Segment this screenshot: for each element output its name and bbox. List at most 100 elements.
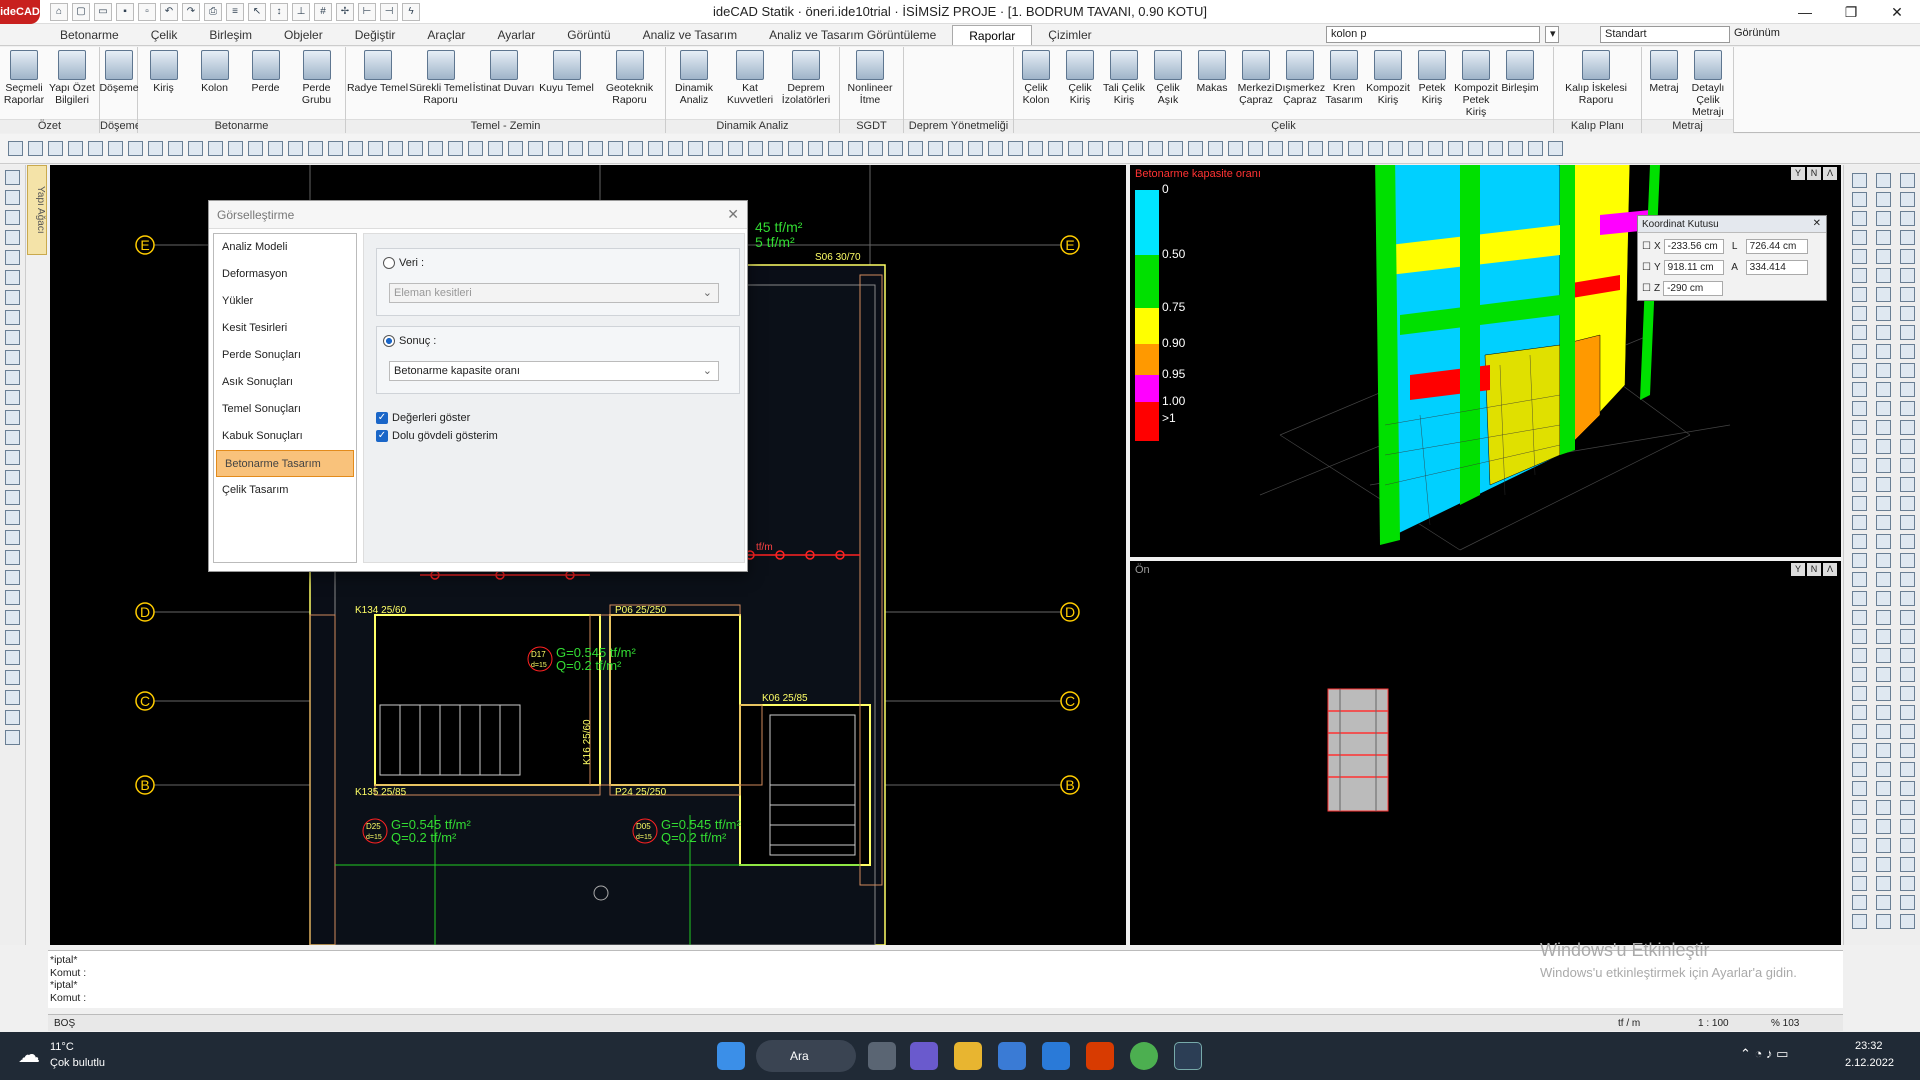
right-tool-icon[interactable] — [1852, 914, 1867, 929]
right-tool-icon[interactable] — [1900, 743, 1915, 758]
right-tool-icon[interactable] — [1900, 173, 1915, 188]
right-tool-icon[interactable] — [1852, 705, 1867, 720]
right-tool-icon[interactable] — [1876, 439, 1891, 454]
right-tool-icon[interactable] — [1876, 496, 1891, 511]
right-tool-icon[interactable] — [1876, 705, 1891, 720]
tab-9[interactable]: Analiz ve Tasarım Görüntüleme — [753, 25, 952, 45]
draw-tool-icon[interactable] — [188, 141, 203, 156]
right-tool-icon[interactable] — [1852, 610, 1867, 625]
left-tool-icon[interactable] — [5, 470, 20, 485]
veri-select[interactable]: Eleman kesitleri ⌄ — [389, 283, 719, 303]
ribbon-button[interactable]: Çelik Aşık — [1146, 50, 1190, 119]
front-view-max-icon[interactable]: Λ — [1823, 563, 1837, 576]
left-tool-icon[interactable] — [5, 210, 20, 225]
draw-tool-icon[interactable] — [28, 141, 43, 156]
left-tool-icon[interactable] — [5, 690, 20, 705]
right-tool-icon[interactable] — [1852, 838, 1867, 853]
right-tool-icon[interactable] — [1876, 477, 1891, 492]
draw-tool-icon[interactable] — [608, 141, 623, 156]
draw-tool-icon[interactable] — [948, 141, 963, 156]
draw-tool-icon[interactable] — [428, 141, 443, 156]
axis-bubble-b[interactable]: B — [135, 775, 155, 795]
right-tool-icon[interactable] — [1900, 914, 1915, 929]
ribbon-button[interactable]: Kompozit Kiriş — [1366, 50, 1410, 119]
ribbon-button[interactable]: Kuyu Temel — [535, 50, 598, 119]
draw-tool-icon[interactable] — [68, 141, 83, 156]
right-tool-icon[interactable] — [1876, 534, 1891, 549]
right-tool-icon[interactable] — [1852, 363, 1867, 378]
right-tool-icon[interactable] — [1900, 610, 1915, 625]
draw-tool-icon[interactable] — [168, 141, 183, 156]
draw-tool-icon[interactable] — [1068, 141, 1083, 156]
right-tool-icon[interactable] — [1876, 857, 1891, 872]
left-tool-icon[interactable] — [5, 310, 20, 325]
right-tool-icon[interactable] — [1852, 306, 1867, 321]
coordinate-box[interactable]: Koordinat Kutusu ✕ ☐ X -233.56 cm L 726.44 c… — [1637, 215, 1827, 301]
right-tool-icon[interactable] — [1852, 420, 1867, 435]
right-tool-icon[interactable] — [1852, 496, 1867, 511]
open-icon[interactable]: ▭ — [94, 2, 112, 21]
ribbon-button[interactable]: Döşeme — [99, 50, 139, 119]
draw-tool-icon[interactable] — [668, 141, 683, 156]
ribbon-button[interactable]: Kiriş — [138, 50, 189, 119]
dialog-close-icon[interactable]: ✕ — [727, 206, 739, 223]
right-tool-icon[interactable] — [1852, 477, 1867, 492]
ribbon-button[interactable]: Makas — [1190, 50, 1234, 119]
ribbon-button[interactable]: Dinamik Analiz — [666, 50, 722, 119]
draw-tool-icon[interactable] — [368, 141, 383, 156]
left-tool-icon[interactable] — [5, 550, 20, 565]
right-tool-icon[interactable] — [1876, 192, 1891, 207]
minimize-icon[interactable]: — — [1782, 0, 1828, 24]
right-tool-icon[interactable] — [1852, 724, 1867, 739]
right-tool-icon[interactable] — [1852, 401, 1867, 416]
front-viewport[interactable]: Ön Y N Λ — [1130, 561, 1841, 945]
z-value[interactable]: -290 cm — [1663, 280, 1724, 296]
status-scale[interactable]: 1 : 100 — [1698, 1015, 1729, 1032]
right-tool-icon[interactable] — [1900, 401, 1915, 416]
show-values-checkbox[interactable]: ✓ Değerleri göster — [376, 412, 470, 425]
left-tool-icon[interactable] — [5, 430, 20, 445]
right-tool-icon[interactable] — [1900, 724, 1915, 739]
dialog-nav-item[interactable]: Yükler — [214, 288, 356, 315]
ribbon-button[interactable]: Radye Temel — [346, 50, 409, 119]
axis-bubble-c[interactable]: C — [135, 691, 155, 711]
dialog-nav-item[interactable]: Deformasyon — [214, 261, 356, 288]
right-tool-icon[interactable] — [1876, 458, 1891, 473]
right-tool-icon[interactable] — [1852, 287, 1867, 302]
right-tool-icon[interactable] — [1852, 192, 1867, 207]
sonuc-select[interactable]: Betonarme kapasite oranı ⌄ — [389, 361, 719, 381]
right-tool-icon[interactable] — [1852, 667, 1867, 682]
right-tool-icon[interactable] — [1900, 344, 1915, 359]
right-tool-icon[interactable] — [1900, 268, 1915, 283]
draw-tool-icon[interactable] — [548, 141, 563, 156]
draw-tool-icon[interactable] — [468, 141, 483, 156]
draw-tool-icon[interactable] — [1528, 141, 1543, 156]
draw-tool-icon[interactable] — [1168, 141, 1183, 156]
dialog-nav-item[interactable]: Kesit Tesirleri — [214, 315, 356, 342]
draw-tool-icon[interactable] — [1248, 141, 1263, 156]
right-tool-icon[interactable] — [1876, 211, 1891, 226]
file-explorer-icon[interactable] — [954, 1042, 982, 1070]
left-tool-icon[interactable] — [5, 230, 20, 245]
left-tool-icon[interactable] — [5, 450, 20, 465]
ribbon-button[interactable]: Çelik Kiriş — [1058, 50, 1102, 119]
veri-radio[interactable]: Veri : — [383, 257, 424, 270]
taskbar-search[interactable]: Ara — [756, 1040, 856, 1072]
draw-tool-icon[interactable] — [768, 141, 783, 156]
right-tool-icon[interactable] — [1852, 173, 1867, 188]
ribbon-button[interactable]: Kompozit Petek Kiriş — [1454, 50, 1498, 119]
right-tool-icon[interactable] — [1900, 211, 1915, 226]
draw-tool-icon[interactable] — [1288, 141, 1303, 156]
ribbon-button[interactable]: Dışmerkez Çapraz — [1275, 50, 1325, 119]
right-tool-icon[interactable] — [1852, 876, 1867, 891]
dialog-nav-item[interactable]: Asık Sonuçları — [214, 369, 356, 396]
draw-tool-icon[interactable] — [348, 141, 363, 156]
draw-tool-icon[interactable] — [1468, 141, 1483, 156]
right-tool-icon[interactable] — [1876, 648, 1891, 663]
ribbon-button[interactable]: İstinat Duvarı — [472, 50, 535, 119]
left-tool-icon[interactable] — [5, 270, 20, 285]
redo-icon[interactable]: ↷ — [182, 2, 200, 21]
store-icon[interactable] — [998, 1042, 1026, 1070]
draw-tool-icon[interactable] — [868, 141, 883, 156]
draw-tool-icon[interactable] — [228, 141, 243, 156]
